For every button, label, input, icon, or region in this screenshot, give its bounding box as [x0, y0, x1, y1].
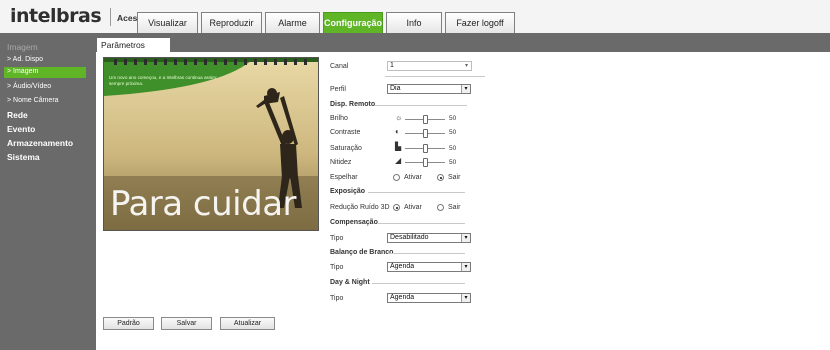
- sharpness-icon: ◢: [395, 156, 402, 165]
- canal-select[interactable]: 1 ▾: [387, 61, 472, 71]
- divider: [388, 253, 465, 254]
- saturation-icon: ▙: [395, 142, 402, 151]
- brilho-value: 50: [449, 115, 457, 122]
- salvar-button[interactable]: Salvar: [161, 317, 212, 330]
- brilho-slider-thumb[interactable]: [423, 115, 428, 124]
- nitidez-slider-thumb[interactable]: [423, 158, 428, 167]
- canal-value: 1: [390, 62, 394, 69]
- balanco-tipo-label: Tipo: [330, 264, 344, 271]
- tab-visualizar[interactable]: Visualizar: [137, 12, 198, 33]
- chevron-down-icon: ▾: [461, 263, 470, 271]
- perfil-select[interactable]: Dia ▾: [387, 84, 471, 94]
- contraste-label: Contraste: [330, 129, 361, 136]
- sidebar-item-ad-dispo[interactable]: > Ad. Dispo: [7, 56, 43, 63]
- divider: [368, 192, 465, 193]
- saturacao-slider-thumb[interactable]: [423, 144, 428, 153]
- espelhar-sair-label[interactable]: Sair: [448, 174, 460, 181]
- daynight-tipo-select[interactable]: Agenda ▾: [387, 293, 471, 303]
- section-exposicao: Exposição: [330, 188, 366, 195]
- divider: [375, 105, 467, 106]
- chevron-down-icon: ▾: [461, 294, 470, 302]
- padrao-button[interactable]: Padrão: [103, 317, 154, 330]
- chevron-down-icon: ▾: [461, 234, 470, 242]
- sidebar-category-sistema[interactable]: Sistema: [7, 152, 40, 162]
- sidebar-category-imagem[interactable]: Imagem: [7, 42, 38, 52]
- balanco-tipo-select[interactable]: Agenda ▾: [387, 262, 471, 272]
- espelhar-label: Espelhar: [330, 174, 358, 181]
- sidebar-category-armazenamento[interactable]: Armazenamento: [7, 138, 73, 148]
- reducao-sair-label[interactable]: Sair: [448, 204, 460, 211]
- daynight-tipo-value: Agenda: [390, 294, 415, 301]
- perfil-value: Dia: [390, 85, 401, 92]
- reducao-label: Redução Ruído 3D: [330, 204, 390, 211]
- sidebar-item-nome-camera[interactable]: > Nome Câmera: [7, 97, 59, 104]
- espelhar-ativar-label[interactable]: Ativar: [404, 174, 422, 181]
- chevron-down-icon: ▾: [462, 62, 471, 70]
- compensacao-tipo-label: Tipo: [330, 235, 344, 242]
- sidebar-item-imagem[interactable]: > Imagem: [7, 68, 38, 75]
- compensacao-tipo-select[interactable]: Desabilitado ▾: [387, 233, 471, 243]
- nitidez-label: Nitidez: [330, 159, 352, 166]
- nitidez-value: 50: [449, 159, 457, 166]
- daynight-tipo-label: Tipo: [330, 295, 344, 302]
- chevron-down-icon: ▾: [461, 85, 470, 93]
- reducao-sair-radio[interactable]: [437, 204, 444, 211]
- espelhar-sair-radio[interactable]: [437, 174, 444, 181]
- divider: [378, 223, 465, 224]
- section-balanco-de-branco: Balanço de Branco: [330, 249, 394, 256]
- preview-overlay-text: Para cuidar: [110, 184, 297, 224]
- tab-info[interactable]: Info: [386, 12, 442, 33]
- sidebar-item-audio-video[interactable]: > Áudio/Vídeo: [7, 83, 51, 90]
- tab-reproduzir[interactable]: Reproduzir: [201, 12, 262, 33]
- contraste-slider-thumb[interactable]: [423, 129, 428, 138]
- camera-preview: Um novo ano começou, e a Intelbras conti…: [103, 57, 319, 231]
- intelbras-logo: intelbras: [10, 5, 102, 27]
- tab-alarme[interactable]: Alarme: [265, 12, 320, 33]
- atualizar-button[interactable]: Atualizar: [220, 317, 275, 330]
- sidebar-category-evento[interactable]: Evento: [7, 124, 35, 134]
- compensacao-tipo-value: Desabilitado: [390, 234, 429, 241]
- tab-configuracao[interactable]: Configuração: [323, 12, 383, 33]
- reducao-ativar-label[interactable]: Ativar: [404, 204, 422, 211]
- canal-label: Canal: [330, 63, 349, 70]
- contraste-value: 50: [449, 129, 457, 136]
- section-compensacao: Compensação: [330, 219, 378, 226]
- divider: [385, 76, 485, 77]
- top-header: intelbras Acesso Web Visualizar Reproduz…: [0, 0, 830, 33]
- preview-small-text: Um novo ano começou, e a Intelbras conti…: [109, 75, 218, 86]
- section-day-night: Day & Night: [330, 279, 370, 286]
- section-disp-remoto: Disp. Remoto: [330, 101, 376, 108]
- espelhar-ativar-radio[interactable]: [393, 174, 400, 181]
- tab-fazer-logoff[interactable]: Fazer logoff: [445, 12, 515, 33]
- perfil-label: Perfil: [330, 86, 346, 93]
- saturacao-label: Saturação: [330, 145, 362, 152]
- reducao-ativar-radio[interactable]: [393, 204, 400, 211]
- sidebar-category-rede[interactable]: Rede: [7, 110, 28, 120]
- saturacao-value: 50: [449, 145, 457, 152]
- settings-sidebar: Imagem > Ad. Dispo > Imagem > Áudio/Víde…: [0, 33, 91, 350]
- brightness-icon: ☼: [395, 113, 403, 122]
- logo-separator: [110, 8, 111, 26]
- tab-parametros[interactable]: Parâmetros: [97, 38, 170, 53]
- main-tabs: Visualizar Reproduzir Alarme Configuraçã…: [137, 12, 518, 33]
- brilho-label: Brilho: [330, 115, 348, 122]
- divider: [372, 283, 465, 284]
- balanco-tipo-value: Agenda: [390, 263, 415, 270]
- contrast-icon: ◐: [395, 127, 400, 136]
